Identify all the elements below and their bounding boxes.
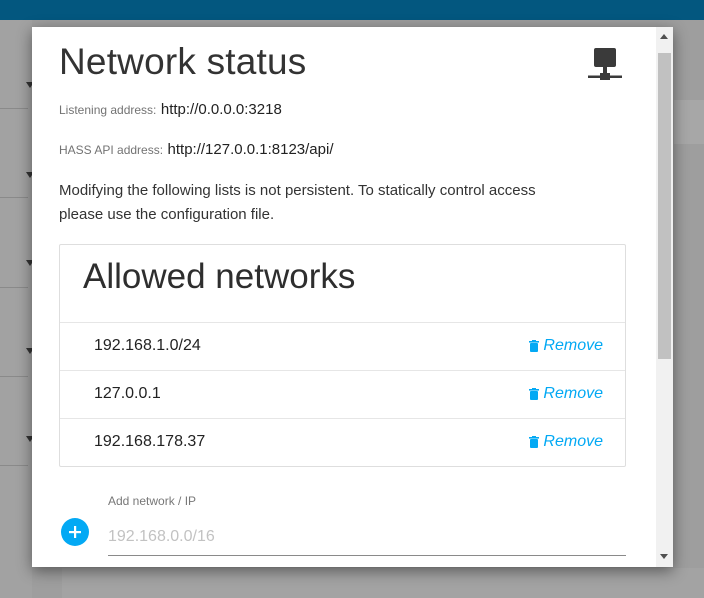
api-address-label: HASS API address: <box>59 143 164 157</box>
background-divider <box>0 287 28 288</box>
app-toolbar <box>0 0 704 20</box>
allowed-networks-title: Allowed networks <box>83 257 356 296</box>
remove-label: Remove <box>543 385 603 402</box>
note-line: please use the configuration file. <box>59 206 275 223</box>
scrollbar-thumb[interactable] <box>658 53 671 359</box>
remove-button[interactable]: Remove <box>529 337 603 355</box>
remove-label: Remove <box>543 433 603 450</box>
listening-address-value: http://0.0.0.0:3218 <box>160 101 282 118</box>
network-icon <box>588 48 622 80</box>
network-ip: 192.168.1.0/24 <box>94 337 201 354</box>
note-line: Modifying the following lists is not per… <box>59 182 536 199</box>
add-network-input[interactable] <box>108 519 626 556</box>
listening-address: Listening address: http://0.0.0.0:3218 <box>59 101 282 119</box>
remove-button[interactable]: Remove <box>529 385 603 403</box>
scroll-down-arrow-icon[interactable] <box>660 554 668 559</box>
trash-icon <box>529 436 540 448</box>
add-network-label: Add network / IP <box>108 494 197 508</box>
background-divider <box>0 465 28 466</box>
network-ip: 127.0.0.1 <box>94 385 161 402</box>
remove-label: Remove <box>543 337 603 354</box>
network-row: 127.0.0.1 Remove <box>60 370 625 418</box>
background-divider <box>0 376 28 377</box>
trash-icon <box>529 388 540 400</box>
background-panel <box>62 568 704 598</box>
network-row: 192.168.178.37 Remove <box>60 418 625 466</box>
dialog-content: Network status Listening address: http:/… <box>32 27 656 567</box>
api-address: HASS API address: http://127.0.0.1:8123/… <box>59 141 333 159</box>
background-sidebar <box>0 20 32 598</box>
dialog-title: Network status <box>59 41 307 82</box>
remove-button[interactable]: Remove <box>529 433 603 451</box>
add-network-button[interactable] <box>61 518 89 546</box>
network-ip: 192.168.178.37 <box>94 433 206 450</box>
api-address-value: http://127.0.0.1:8123/api/ <box>167 141 334 158</box>
network-row: 192.168.1.0/24 Remove <box>60 322 625 370</box>
allowed-networks-card: Allowed networks 192.168.1.0/24 Remove 1… <box>59 244 626 467</box>
background-panel <box>674 100 704 144</box>
background-divider <box>0 108 28 109</box>
persistence-note: Modifying the following lists is not per… <box>59 179 619 227</box>
background-divider <box>0 197 28 198</box>
plus-circle-icon <box>69 526 81 538</box>
scroll-up-arrow-icon[interactable] <box>660 34 668 39</box>
dialog-scrollbar[interactable] <box>656 27 673 567</box>
network-status-dialog: Network status Listening address: http:/… <box>32 27 673 567</box>
trash-icon <box>529 340 540 352</box>
listening-address-label: Listening address: <box>59 103 157 117</box>
